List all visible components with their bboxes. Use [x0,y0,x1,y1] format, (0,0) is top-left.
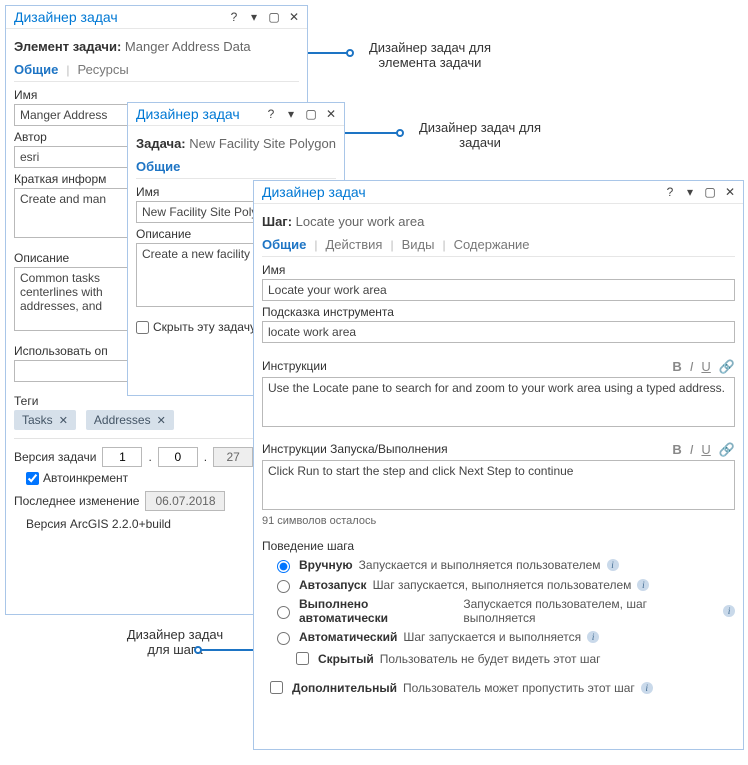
behavior-autodone-radio[interactable] [277,606,290,619]
behavior-hidden-desc: Пользователь не будет видеть этот шаг [380,652,601,666]
tab-general[interactable]: Общие [262,237,306,252]
step-crumb-value: Locate your work area [296,214,425,229]
element-crumb-value: Manger Address Data [125,39,251,54]
instr-input[interactable]: Use the Locate pane to search for and zo… [262,377,735,427]
bold-button[interactable]: B [672,442,681,458]
annot-element-l2: элемента задачи [350,55,510,70]
tab-actions[interactable]: Действия [325,237,382,252]
info-icon[interactable]: i [637,579,649,591]
step-crumb-label: Шаг: [262,214,292,229]
name-label: Имя [262,263,735,277]
help-icon[interactable]: ? [663,185,677,199]
behavior-label: Поведение шага [262,539,735,553]
link-button[interactable]: 🔗 [719,442,735,458]
link-button[interactable]: 🔗 [719,359,735,375]
info-icon[interactable]: i [641,682,653,694]
autoinc-checkbox[interactable] [26,472,39,485]
maximize-icon[interactable]: ▢ [304,107,318,121]
dropdown-icon[interactable]: ▾ [284,107,298,121]
autoinc-label: Автоинкремент [43,471,128,485]
step-panel: Дизайнер задач ? ▾ ▢ ✕ Шаг: Locate your … [253,180,744,750]
info-icon[interactable]: i [723,605,735,617]
info-icon[interactable]: i [607,559,619,571]
tag-remove-icon[interactable]: ✕ [157,414,166,427]
close-icon[interactable]: ✕ [723,185,737,199]
behavior-autostart-lab: Автозапуск [299,578,367,592]
help-icon[interactable]: ? [227,10,241,24]
maximize-icon[interactable]: ▢ [267,10,281,24]
tag-item[interactable]: Tasks ✕ [14,410,76,430]
tooltip-input[interactable] [262,321,735,343]
underline-button[interactable]: U [701,359,710,375]
optional-lab: Дополнительный [292,681,397,695]
info-icon[interactable]: i [587,631,599,643]
task-crumb-value: New Facility Site Polygon [189,136,336,151]
help-icon[interactable]: ? [264,107,278,121]
name-input[interactable] [262,279,735,301]
tag-remove-icon[interactable]: ✕ [59,414,68,427]
italic-button[interactable]: I [690,442,694,458]
annot-task-l1: Дизайнер задач для [400,120,560,135]
version-build-input [213,447,253,467]
panel-title: Дизайнер задач [136,106,240,122]
run-input[interactable]: Click Run to start the step and click Ne… [262,460,735,510]
behavior-auto-desc: Шаг запускается и выполняется [403,630,581,644]
annot-element-l1: Дизайнер задач для [350,40,510,55]
behavior-manual-desc: Запускается и выполняется пользователем [359,558,601,572]
annot-step-line [195,649,255,651]
lastmod-label: Последнее изменение [14,494,139,508]
behavior-autodone-lab: Выполнено автоматически [299,597,457,625]
tooltip-label: Подсказка инструмента [262,305,735,319]
optional-desc: Пользователь может пропустить этот шаг [403,681,635,695]
dropdown-icon[interactable]: ▾ [683,185,697,199]
annot-task-line [343,132,403,134]
tab-general[interactable]: Общие [14,62,58,77]
version-minor-input[interactable] [158,447,198,467]
tag-item[interactable]: Addresses ✕ [86,410,174,430]
instr-label: Инструкции [262,359,327,373]
behavior-autostart-desc: Шаг запускается, выполняется пользовател… [373,578,632,592]
element-crumb-label: Элемент задачи: [14,39,121,54]
maximize-icon[interactable]: ▢ [703,185,717,199]
dropdown-icon[interactable]: ▾ [247,10,261,24]
tab-views[interactable]: Виды [402,237,435,252]
task-crumb-label: Задача: [136,136,186,151]
optional-checkbox[interactable] [270,681,283,694]
behavior-manual-radio[interactable] [277,560,290,573]
version-label: Версия задачи [14,450,96,464]
behavior-auto-radio[interactable] [277,632,290,645]
italic-button[interactable]: I [690,359,694,375]
tab-content[interactable]: Содержание [454,237,530,252]
hide-task-checkbox[interactable] [136,321,149,334]
chars-left: 91 символов осталось [262,515,735,527]
bold-button[interactable]: B [672,359,681,375]
annot-step-l1: Дизайнер задач [95,627,255,642]
lastmod-value [145,491,225,511]
version-major-input[interactable] [102,447,142,467]
name-label: Имя [14,88,299,102]
behavior-hidden-lab: Скрытый [318,652,374,666]
behavior-auto-lab: Автоматический [299,630,397,644]
behavior-autodone-desc: Запускается пользователем, шаг выполняет… [463,597,717,625]
close-icon[interactable]: ✕ [287,10,301,24]
tag-label: Addresses [94,413,151,427]
underline-button[interactable]: U [701,442,710,458]
annot-task-l2: задачи [400,135,560,150]
panel-title: Дизайнер задач [14,9,118,25]
close-icon[interactable]: ✕ [324,107,338,121]
tag-label: Tasks [22,413,53,427]
behavior-hidden-checkbox[interactable] [296,652,309,665]
tab-general[interactable]: Общие [136,159,180,174]
run-label: Инструкции Запуска/Выполнения [262,442,448,456]
behavior-autostart-radio[interactable] [277,580,290,593]
hide-task-label: Скрыть эту задачу [153,320,256,334]
panel-title: Дизайнер задач [262,184,366,200]
tab-resources[interactable]: Ресурсы [77,62,128,77]
behavior-manual-lab: Вручную [299,558,353,572]
